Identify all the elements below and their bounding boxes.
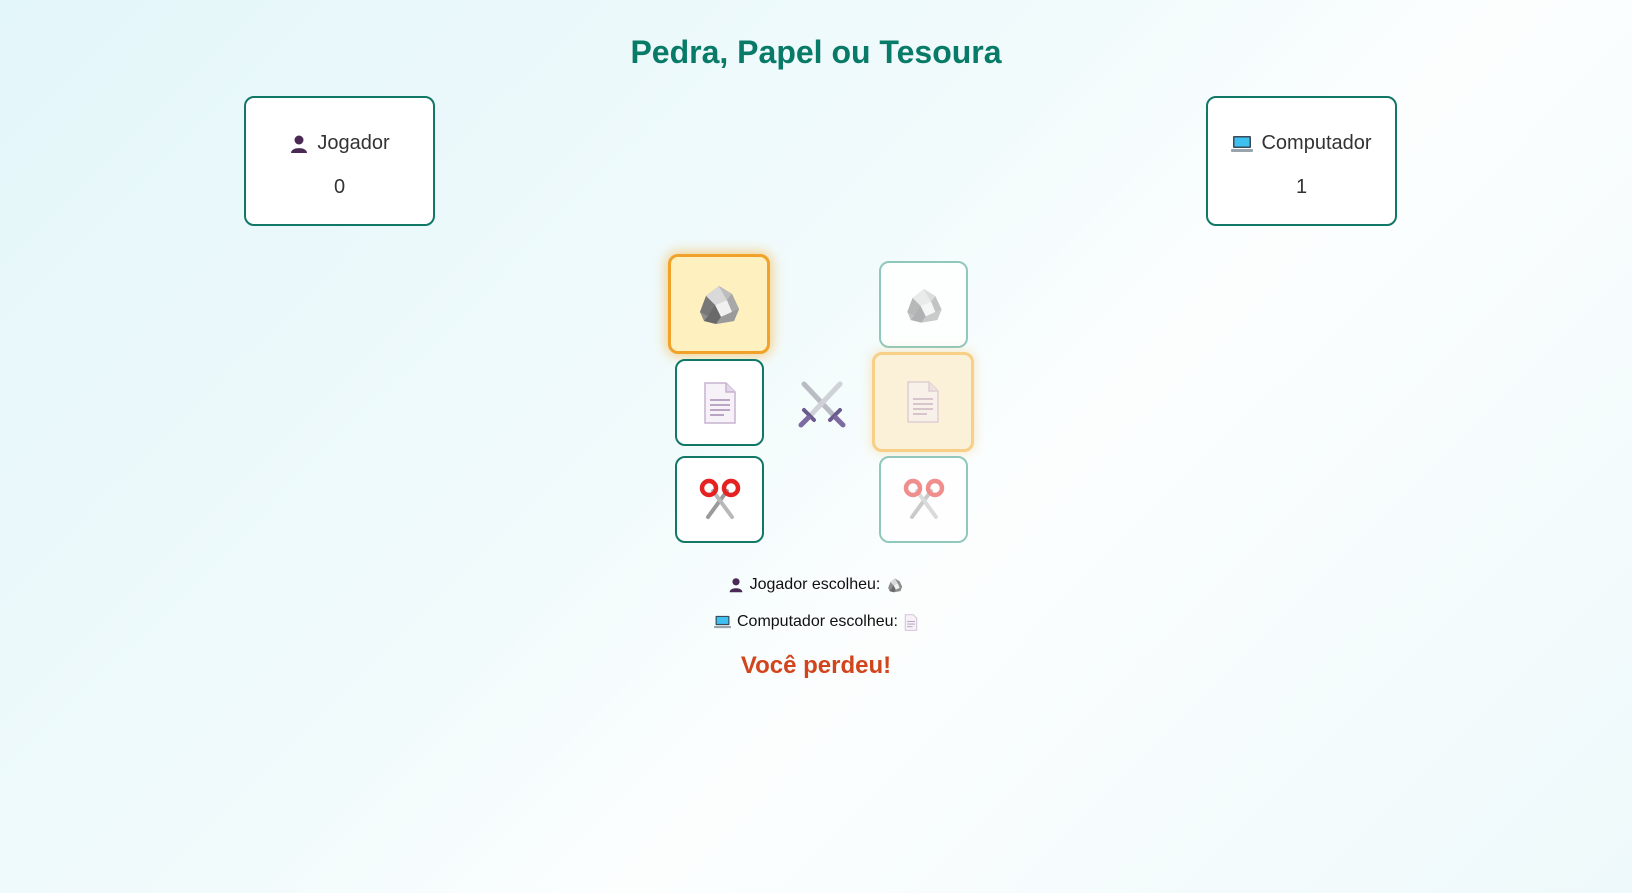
computer-label: Computador bbox=[1261, 132, 1372, 154]
rock-icon bbox=[700, 286, 739, 324]
page-icon bbox=[703, 381, 736, 424]
scissors-icon bbox=[903, 478, 944, 519]
player-choice-rock[interactable] bbox=[668, 254, 770, 354]
player-result-line: Jogador escolheu: bbox=[0, 576, 1632, 594]
scissors-icon bbox=[699, 478, 740, 519]
player-choice-scissors[interactable] bbox=[675, 456, 764, 543]
rock-icon bbox=[906, 288, 942, 323]
person-icon bbox=[728, 577, 744, 593]
player-label: Jogador bbox=[317, 132, 390, 154]
computer-icon bbox=[714, 614, 731, 630]
computer-choice-scissors bbox=[879, 456, 968, 543]
player-name-row: Jogador bbox=[246, 132, 433, 155]
computer-icon bbox=[1231, 134, 1254, 154]
computer-chose-label: Computador escolheu: bbox=[737, 613, 898, 630]
crossed-swords-icon bbox=[796, 378, 848, 430]
page-title: Pedra, Papel ou Tesoura bbox=[630, 34, 1002, 70]
player-score: 0 bbox=[333, 176, 346, 198]
player-choice-paper[interactable] bbox=[675, 359, 764, 446]
rock-icon bbox=[886, 576, 904, 594]
page-icon bbox=[904, 613, 918, 631]
page-icon bbox=[907, 381, 939, 423]
computer-score: 1 bbox=[1295, 176, 1308, 198]
computer-score-card: Computador 1 bbox=[1206, 96, 1397, 226]
person-icon bbox=[289, 134, 309, 154]
game-outcome: Você perdeu! bbox=[740, 652, 892, 679]
player-chose-label: Jogador escolheu: bbox=[749, 576, 881, 593]
computer-choice-paper bbox=[872, 352, 974, 452]
player-score-card: Jogador 0 bbox=[244, 96, 435, 226]
computer-name-row: Computador bbox=[1208, 132, 1395, 155]
computer-result-line: Computador escolheu: bbox=[0, 613, 1632, 631]
computer-choice-rock bbox=[879, 261, 968, 348]
